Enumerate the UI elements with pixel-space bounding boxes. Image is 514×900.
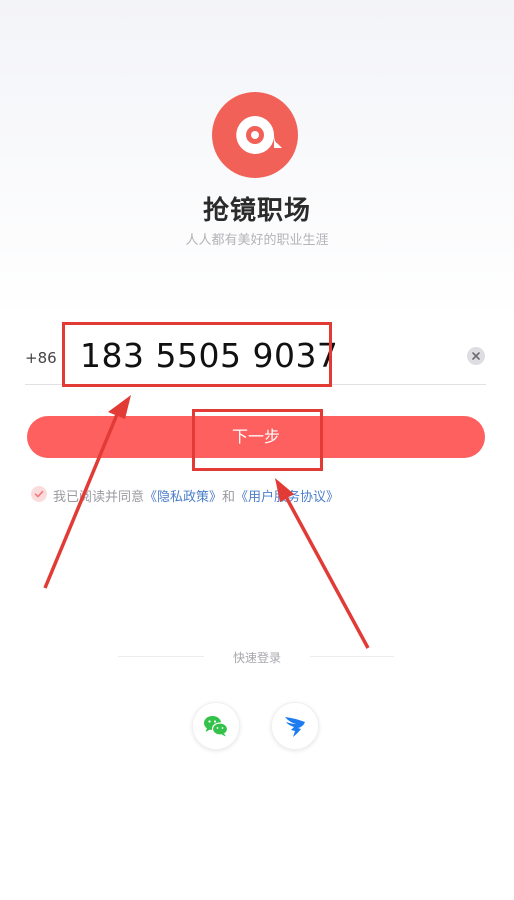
annotation-arrows	[43, 395, 370, 649]
annotation-arrow-left	[43, 411, 120, 589]
annotation-arrow-right	[283, 494, 370, 649]
